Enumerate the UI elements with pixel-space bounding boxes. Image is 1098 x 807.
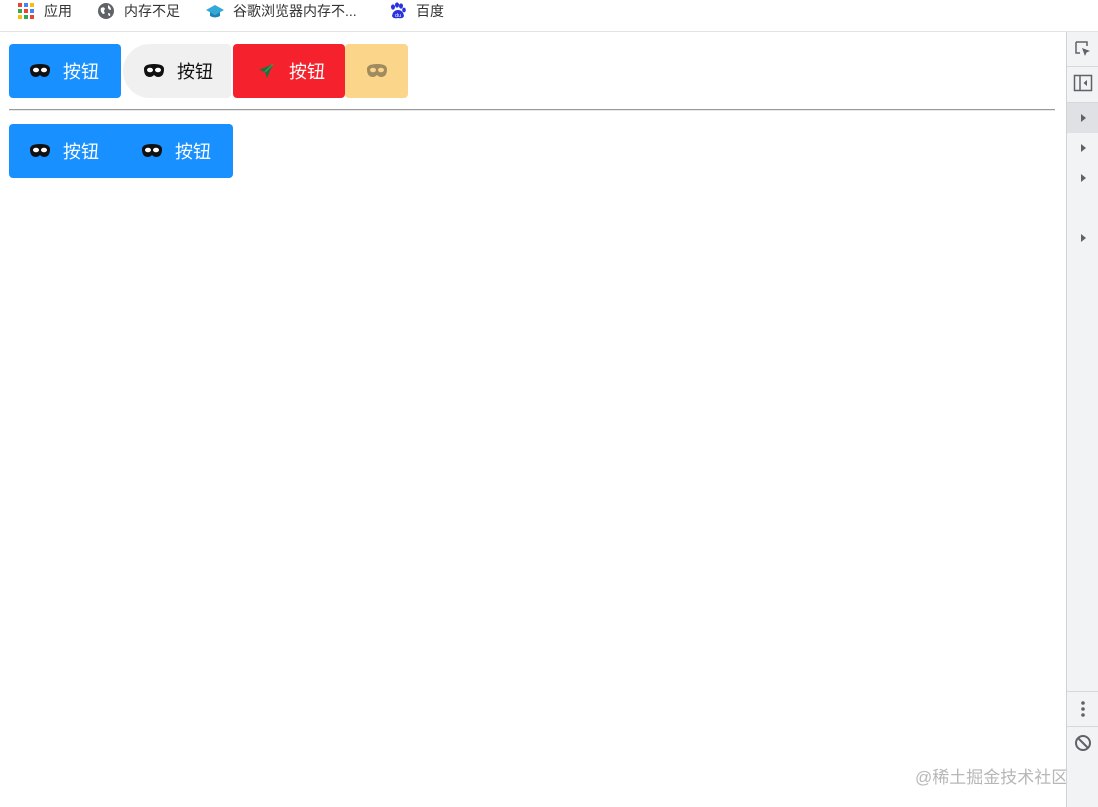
danger-button[interactable]: 按钮 <box>233 44 345 98</box>
mask-icon <box>366 60 388 82</box>
tree-expand-arrow[interactable] <box>1067 163 1098 193</box>
divider <box>9 109 1055 111</box>
button-label: 按钮 <box>175 142 211 162</box>
bookmark-baidu[interactable]: du 百度 <box>388 0 444 22</box>
bookmarks-bar: 应用 内存不足 谷歌浏览器内存不... du 百度 <box>0 0 1098 32</box>
devtools-separator <box>1067 691 1098 692</box>
group-button-right[interactable]: 按钮 <box>121 124 233 178</box>
more-vertical-icon[interactable] <box>1067 694 1098 724</box>
default-button[interactable]: 按钮 <box>123 44 231 98</box>
button-label: 按钮 <box>177 62 213 82</box>
send-icon <box>255 60 277 82</box>
dock-side-icon[interactable] <box>1067 68 1098 98</box>
primary-button[interactable]: 按钮 <box>9 44 121 98</box>
bookmark-memory[interactable]: 内存不足 <box>96 0 180 22</box>
tree-expand-arrow[interactable] <box>1067 223 1098 253</box>
tree-expand-arrow[interactable] <box>1067 103 1098 133</box>
page-content: 按钮 按钮 按钮 按钮 按钮 @稀土掘金技术社区 <box>0 32 1069 807</box>
bookmark-chrome-memory[interactable]: 谷歌浏览器内存不... <box>205 0 357 22</box>
svg-text:du: du <box>395 13 401 19</box>
apps-grid-icon <box>16 1 36 21</box>
button-label: 按钮 <box>63 62 99 82</box>
bookmark-label: 百度 <box>416 3 444 19</box>
bookmark-label: 内存不足 <box>124 3 180 19</box>
graduation-cap-icon <box>205 1 225 21</box>
watermark: @稀土掘金技术社区 <box>915 768 1069 787</box>
mask-icon <box>29 140 51 162</box>
button-label: 按钮 <box>289 62 325 82</box>
element-picker-icon[interactable] <box>1067 34 1098 64</box>
globe-icon <box>96 1 116 21</box>
bookmark-apps[interactable]: 应用 <box>16 0 72 22</box>
baidu-paw-icon: du <box>388 1 408 21</box>
group-button-left[interactable]: 按钮 <box>9 124 121 178</box>
devtools-panel <box>1066 32 1098 807</box>
mask-icon <box>29 60 51 82</box>
block-icon[interactable] <box>1067 728 1098 758</box>
mask-icon <box>141 140 163 162</box>
devtools-separator <box>1067 726 1098 727</box>
bookmark-label: 应用 <box>44 3 72 19</box>
mask-icon <box>143 60 165 82</box>
warning-icon-button[interactable] <box>345 44 408 98</box>
button-label: 按钮 <box>63 142 99 162</box>
bookmark-label: 谷歌浏览器内存不... <box>233 3 357 19</box>
devtools-separator <box>1067 66 1098 67</box>
tree-expand-arrow[interactable] <box>1067 133 1098 163</box>
